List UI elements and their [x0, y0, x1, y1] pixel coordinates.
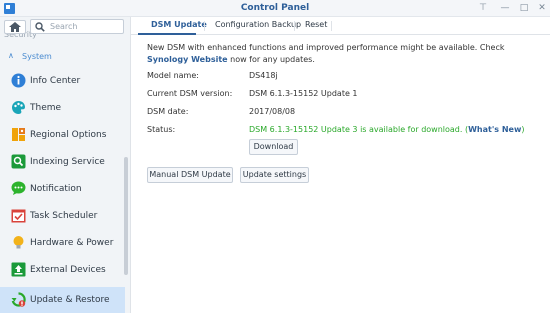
- sidebar-item-label: Task Scheduler: [30, 211, 98, 221]
- tab-configuration-backup[interactable]: Configuration Backup: [215, 20, 301, 29]
- sidebar-item-label: Indexing Service: [30, 157, 105, 167]
- sidebar-item-label: External Devices: [30, 265, 106, 275]
- home-icon: [9, 22, 21, 32]
- sidebar: Security Search ∧ System Info Center The: [0, 17, 131, 313]
- current-version-label: Current DSM version:: [147, 89, 233, 98]
- chat-bubble-icon: [11, 181, 26, 195]
- sidebar-item-task-scheduler[interactable]: Task Scheduler: [0, 203, 125, 229]
- sidebar-item-label: Theme: [30, 103, 62, 113]
- update-notice: New DSM with enhanced functions and impr…: [147, 42, 537, 66]
- sidebar-item-update-restore[interactable]: Update & Restore: [0, 287, 125, 313]
- tab-reset[interactable]: Reset: [305, 20, 327, 29]
- sidebar-item-indexing-service[interactable]: Indexing Service: [0, 149, 125, 175]
- lightbulb-icon: [13, 236, 24, 249]
- title-bar: Control Panel ⊤ — □ ✕: [0, 0, 550, 17]
- info-icon: [11, 73, 26, 88]
- group-header-system[interactable]: ∧ System: [4, 50, 122, 64]
- synology-website-link[interactable]: Synology Website: [147, 55, 228, 64]
- model-name-value: DS418j: [249, 71, 278, 80]
- search-icon: [35, 22, 45, 32]
- sidebar-item-hardware-power[interactable]: Hardware & Power: [0, 230, 125, 256]
- sidebar-item-external-devices[interactable]: External Devices: [0, 257, 125, 283]
- search-placeholder: Search: [50, 22, 78, 31]
- tab-dsm-update[interactable]: DSM Update: [151, 20, 207, 29]
- minimize-icon[interactable]: —: [499, 2, 511, 14]
- calendar-check-icon: [11, 209, 26, 223]
- maximize-icon[interactable]: □: [518, 2, 530, 14]
- tab-divider: [294, 21, 295, 31]
- update-settings-button[interactable]: Update settings: [240, 167, 309, 183]
- sidebar-item-info-center[interactable]: Info Center: [0, 68, 125, 94]
- magnifier-icon: [11, 154, 26, 169]
- pin-icon[interactable]: ⊤: [477, 2, 489, 14]
- sidebar-item-label: Hardware & Power: [30, 238, 114, 248]
- tab-divider: [331, 21, 332, 31]
- dsm-date-value: 2017/08/08: [249, 107, 296, 116]
- status-label: Status:: [147, 125, 176, 134]
- sidebar-item-notification[interactable]: Notification: [0, 176, 125, 202]
- sidebar-item-theme[interactable]: Theme: [0, 95, 125, 121]
- chevron-up-icon: ∧: [8, 51, 14, 60]
- sidebar-item-label: Regional Options: [30, 130, 107, 140]
- close-icon[interactable]: ✕: [536, 2, 548, 14]
- sidebar-item-regional-options[interactable]: Regional Options: [0, 122, 125, 148]
- sidebar-item-label: Info Center: [30, 76, 81, 86]
- sidebar-scrollbar[interactable]: [124, 157, 128, 275]
- clock-icon: [12, 128, 25, 141]
- group-label: System: [22, 52, 52, 61]
- current-version-value: DSM 6.1.3-15152 Update 1: [249, 89, 358, 98]
- status-text: DSM 6.1.3-15152 Update 3 is available fo…: [249, 125, 469, 134]
- whats-new-link[interactable]: What's New: [468, 125, 521, 134]
- search-input[interactable]: Search: [30, 19, 124, 34]
- update-restore-icon: [11, 292, 26, 307]
- model-name-label: Model name:: [147, 71, 199, 80]
- tab-divider: [204, 21, 205, 31]
- usb-upload-icon: [11, 262, 26, 277]
- sidebar-item-label: Update & Restore: [30, 295, 110, 305]
- window-title: Control Panel: [240, 3, 310, 13]
- active-tab-indicator: [138, 33, 196, 35]
- dsm-date-label: DSM date:: [147, 107, 189, 116]
- home-button[interactable]: [4, 20, 26, 34]
- notice-text-end: now for any updates.: [227, 55, 315, 64]
- manual-dsm-update-button[interactable]: Manual DSM Update: [147, 167, 233, 183]
- status-close: ): [521, 125, 525, 134]
- notice-text: New DSM with enhanced functions and impr…: [147, 43, 505, 52]
- sidebar-item-label: Notification: [30, 184, 82, 194]
- download-button[interactable]: Download: [249, 139, 298, 155]
- status-value: DSM 6.1.3-15152 Update 3 is available fo…: [249, 125, 524, 134]
- palette-icon: [12, 101, 25, 114]
